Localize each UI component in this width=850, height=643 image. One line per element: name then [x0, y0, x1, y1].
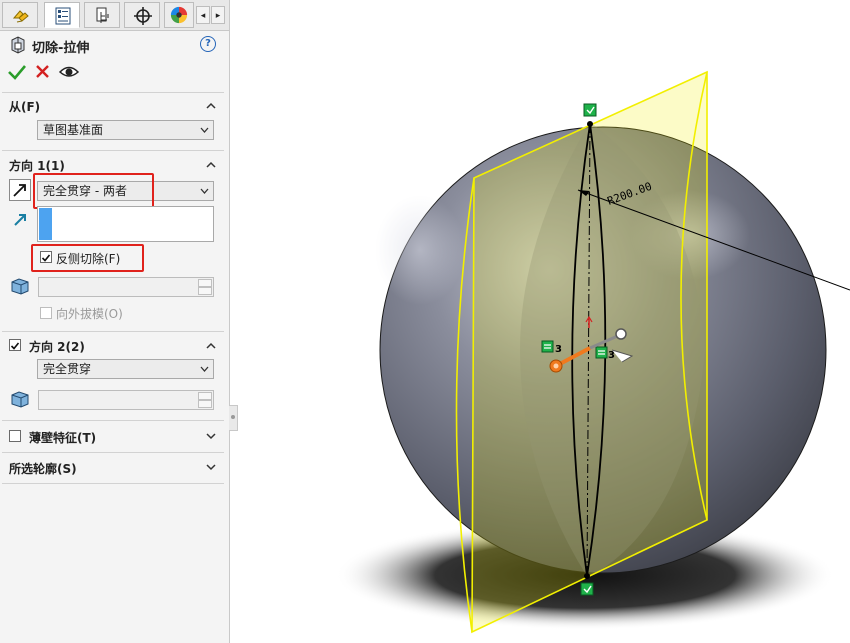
chevron-down-icon: [200, 188, 209, 194]
spin-up-button[interactable]: [198, 279, 212, 287]
selection-focus-strip: [39, 208, 52, 240]
reverse-direction-button[interactable]: [9, 179, 31, 201]
property-manager-icon: [55, 7, 71, 25]
section-divider: [2, 452, 224, 453]
chevron-down-icon: [200, 127, 209, 133]
manager-tab-bar: ◂ ▸: [0, 0, 229, 31]
tab-feature-manager[interactable]: [2, 2, 38, 28]
section-divider: [2, 483, 224, 484]
direction1-section-title: 方向 1(1): [9, 159, 65, 173]
model-view-canvas[interactable]: R200.00 3 3: [230, 0, 850, 643]
select-value: 草图基准面: [43, 123, 104, 137]
spin-down-button[interactable]: [198, 287, 212, 295]
chevron-down-icon[interactable]: [206, 464, 216, 471]
configuration-manager-icon: [96, 7, 109, 23]
check-mark-icon: [10, 342, 20, 350]
sketch-endpoint[interactable]: [587, 121, 593, 127]
thin-feature-checkbox[interactable]: [9, 430, 21, 442]
select-value: 完全贯穿: [43, 362, 92, 376]
draft-button-2[interactable]: [9, 389, 31, 409]
preview-eye-icon[interactable]: [58, 61, 80, 83]
from-start-condition-select[interactable]: 草图基准面: [37, 120, 214, 140]
highlight-box: [33, 173, 154, 209]
tab-dimxpert-manager[interactable]: [124, 2, 160, 28]
tab-scroll-left-button[interactable]: ◂: [196, 6, 210, 24]
relation-marker-top[interactable]: [583, 103, 597, 117]
section-divider: [2, 331, 224, 332]
ok-check-icon[interactable]: [6, 61, 28, 83]
chevron-down-icon: [200, 366, 209, 372]
panel-title: 切除-拉伸: [32, 41, 90, 56]
chevron-up-icon[interactable]: [206, 102, 216, 109]
tab-property-manager[interactable]: [44, 2, 80, 28]
reverse-direction-icon: [13, 184, 26, 197]
draft-button[interactable]: [9, 276, 31, 296]
property-manager-panel: ◂ ▸ 切除-拉伸 ? 从(F) 草图基准面 方向 1(1) 完全贯穿 - 两者…: [0, 0, 230, 643]
tab-scroll-right-button[interactable]: ▸: [211, 6, 225, 24]
spin-down-button[interactable]: [198, 400, 212, 408]
draft-angle-spinbox-2[interactable]: [38, 390, 214, 410]
draft-outward-checkbox[interactable]: [40, 307, 52, 319]
cut-extrude-icon: [11, 36, 25, 54]
highlight-box: [31, 244, 144, 272]
direction2-section-title: 方向 2(2): [29, 340, 85, 354]
cancel-x-icon[interactable]: [32, 61, 54, 83]
from-section-title: 从(F): [9, 100, 41, 114]
tab-configuration-manager[interactable]: [84, 2, 120, 28]
selected-contours-section-title: 所选轮廓(S): [9, 462, 77, 476]
thin-feature-section-title: 薄壁特征(T): [29, 431, 97, 445]
display-manager-icon: [170, 6, 188, 24]
draft-outward-label: 向外拔模(O): [56, 307, 123, 321]
tab-display-manager[interactable]: [164, 2, 194, 28]
draft-icon: [11, 391, 29, 408]
graphics-viewport[interactable]: R200.00 3 3: [230, 0, 850, 643]
section-divider: [2, 92, 224, 93]
chevron-down-icon[interactable]: [206, 433, 216, 440]
spin-up-button[interactable]: [198, 392, 212, 400]
sketch-endpoint[interactable]: [584, 573, 590, 579]
relation-marker-bottom[interactable]: [580, 582, 594, 596]
sphere-highlight: [375, 195, 465, 305]
section-divider: [2, 420, 224, 421]
help-button[interactable]: ?: [200, 36, 216, 52]
direction-vector-icon: [14, 214, 26, 226]
direction-reference-selection-box[interactable]: [37, 206, 214, 242]
draft-icon: [11, 278, 29, 295]
section-divider: [2, 150, 224, 151]
feature-manager-icon: [12, 10, 29, 23]
dimxpert-icon: [134, 7, 152, 25]
chevron-up-icon[interactable]: [206, 342, 216, 349]
chevron-up-icon[interactable]: [206, 161, 216, 168]
draft-angle-spinbox[interactable]: [38, 277, 214, 297]
direction2-enable-checkbox[interactable]: [9, 339, 21, 351]
direction2-end-condition-select[interactable]: 完全贯穿: [37, 359, 214, 379]
relation-badge-count: 3: [555, 344, 562, 355]
